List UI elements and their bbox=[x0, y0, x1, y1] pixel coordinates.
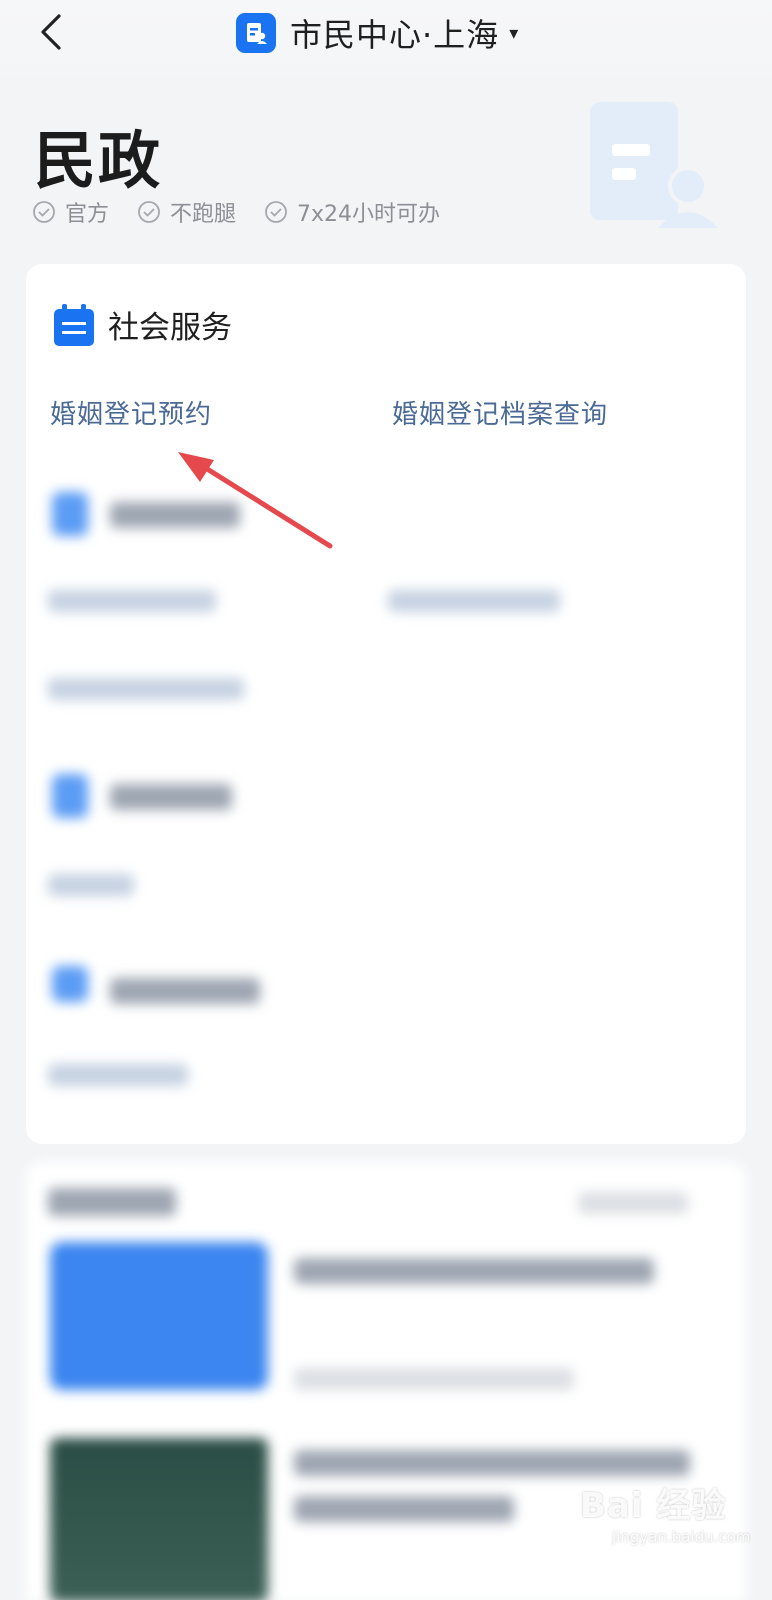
watermark-url: jingyan.baidu.com bbox=[612, 1528, 751, 1546]
feature-tags: 官方 不跑腿 7x24小时可办 bbox=[32, 196, 440, 228]
feature-tag: 7x24小时可办 bbox=[264, 196, 440, 228]
feature-tag: 不跑腿 bbox=[137, 196, 236, 228]
check-circle-icon bbox=[265, 201, 287, 223]
chevron-left-icon bbox=[41, 14, 61, 50]
category-title: 民政 bbox=[34, 124, 163, 197]
watermark-logo: Bai 经验 bbox=[580, 1486, 727, 1526]
back-button[interactable] bbox=[28, 10, 72, 54]
citizen-center-icon bbox=[236, 13, 276, 53]
section-header: 社会服务 bbox=[54, 302, 232, 347]
hero: 民政 官方 不跑腿 7x24小时可办 bbox=[0, 78, 772, 258]
city-selector[interactable]: 市民中心·上海 ▾ bbox=[236, 8, 518, 58]
calendar-icon bbox=[54, 303, 94, 346]
feature-tag: 官方 bbox=[32, 196, 109, 228]
section-title: 社会服务 bbox=[108, 310, 232, 346]
marriage-registration-booking-link[interactable]: 婚姻登记预约 bbox=[50, 394, 212, 431]
page-title: 市民中心·上海 bbox=[290, 16, 500, 54]
check-circle-icon bbox=[138, 201, 160, 223]
marriage-record-query-link[interactable]: 婚姻登记档案查询 bbox=[392, 394, 608, 431]
top-bar: 市民中心·上海 ▾ bbox=[0, 0, 772, 78]
caret-down-icon: ▾ bbox=[509, 22, 519, 44]
blurred-content bbox=[26, 488, 746, 1138]
document-person-icon bbox=[590, 102, 718, 228]
check-circle-icon bbox=[33, 201, 55, 223]
